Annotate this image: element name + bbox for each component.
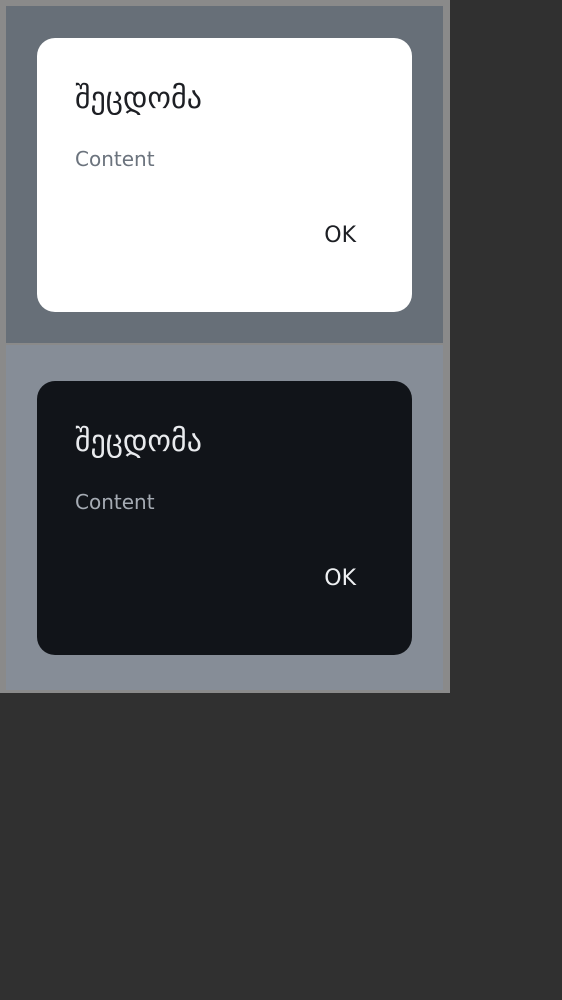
dialog-content: Content — [75, 147, 155, 171]
ok-button[interactable]: OK — [304, 561, 364, 597]
dialog-title: შეცდომა — [75, 81, 202, 116]
preview-frame: შეცდომა Content OK შეცდომა Content OK — [0, 0, 450, 693]
dialog-title: შეცდომა — [75, 424, 202, 459]
dialog-content: Content — [75, 490, 155, 514]
light-alert-dialog: შეცდომა Content OK — [37, 38, 412, 312]
dark-alert-dialog: შეცდომა Content OK — [37, 381, 412, 655]
dark-theme-panel: შეცდომა Content OK — [6, 345, 443, 690]
ok-button[interactable]: OK — [304, 218, 364, 254]
light-theme-panel: შეცდომა Content OK — [6, 6, 443, 343]
